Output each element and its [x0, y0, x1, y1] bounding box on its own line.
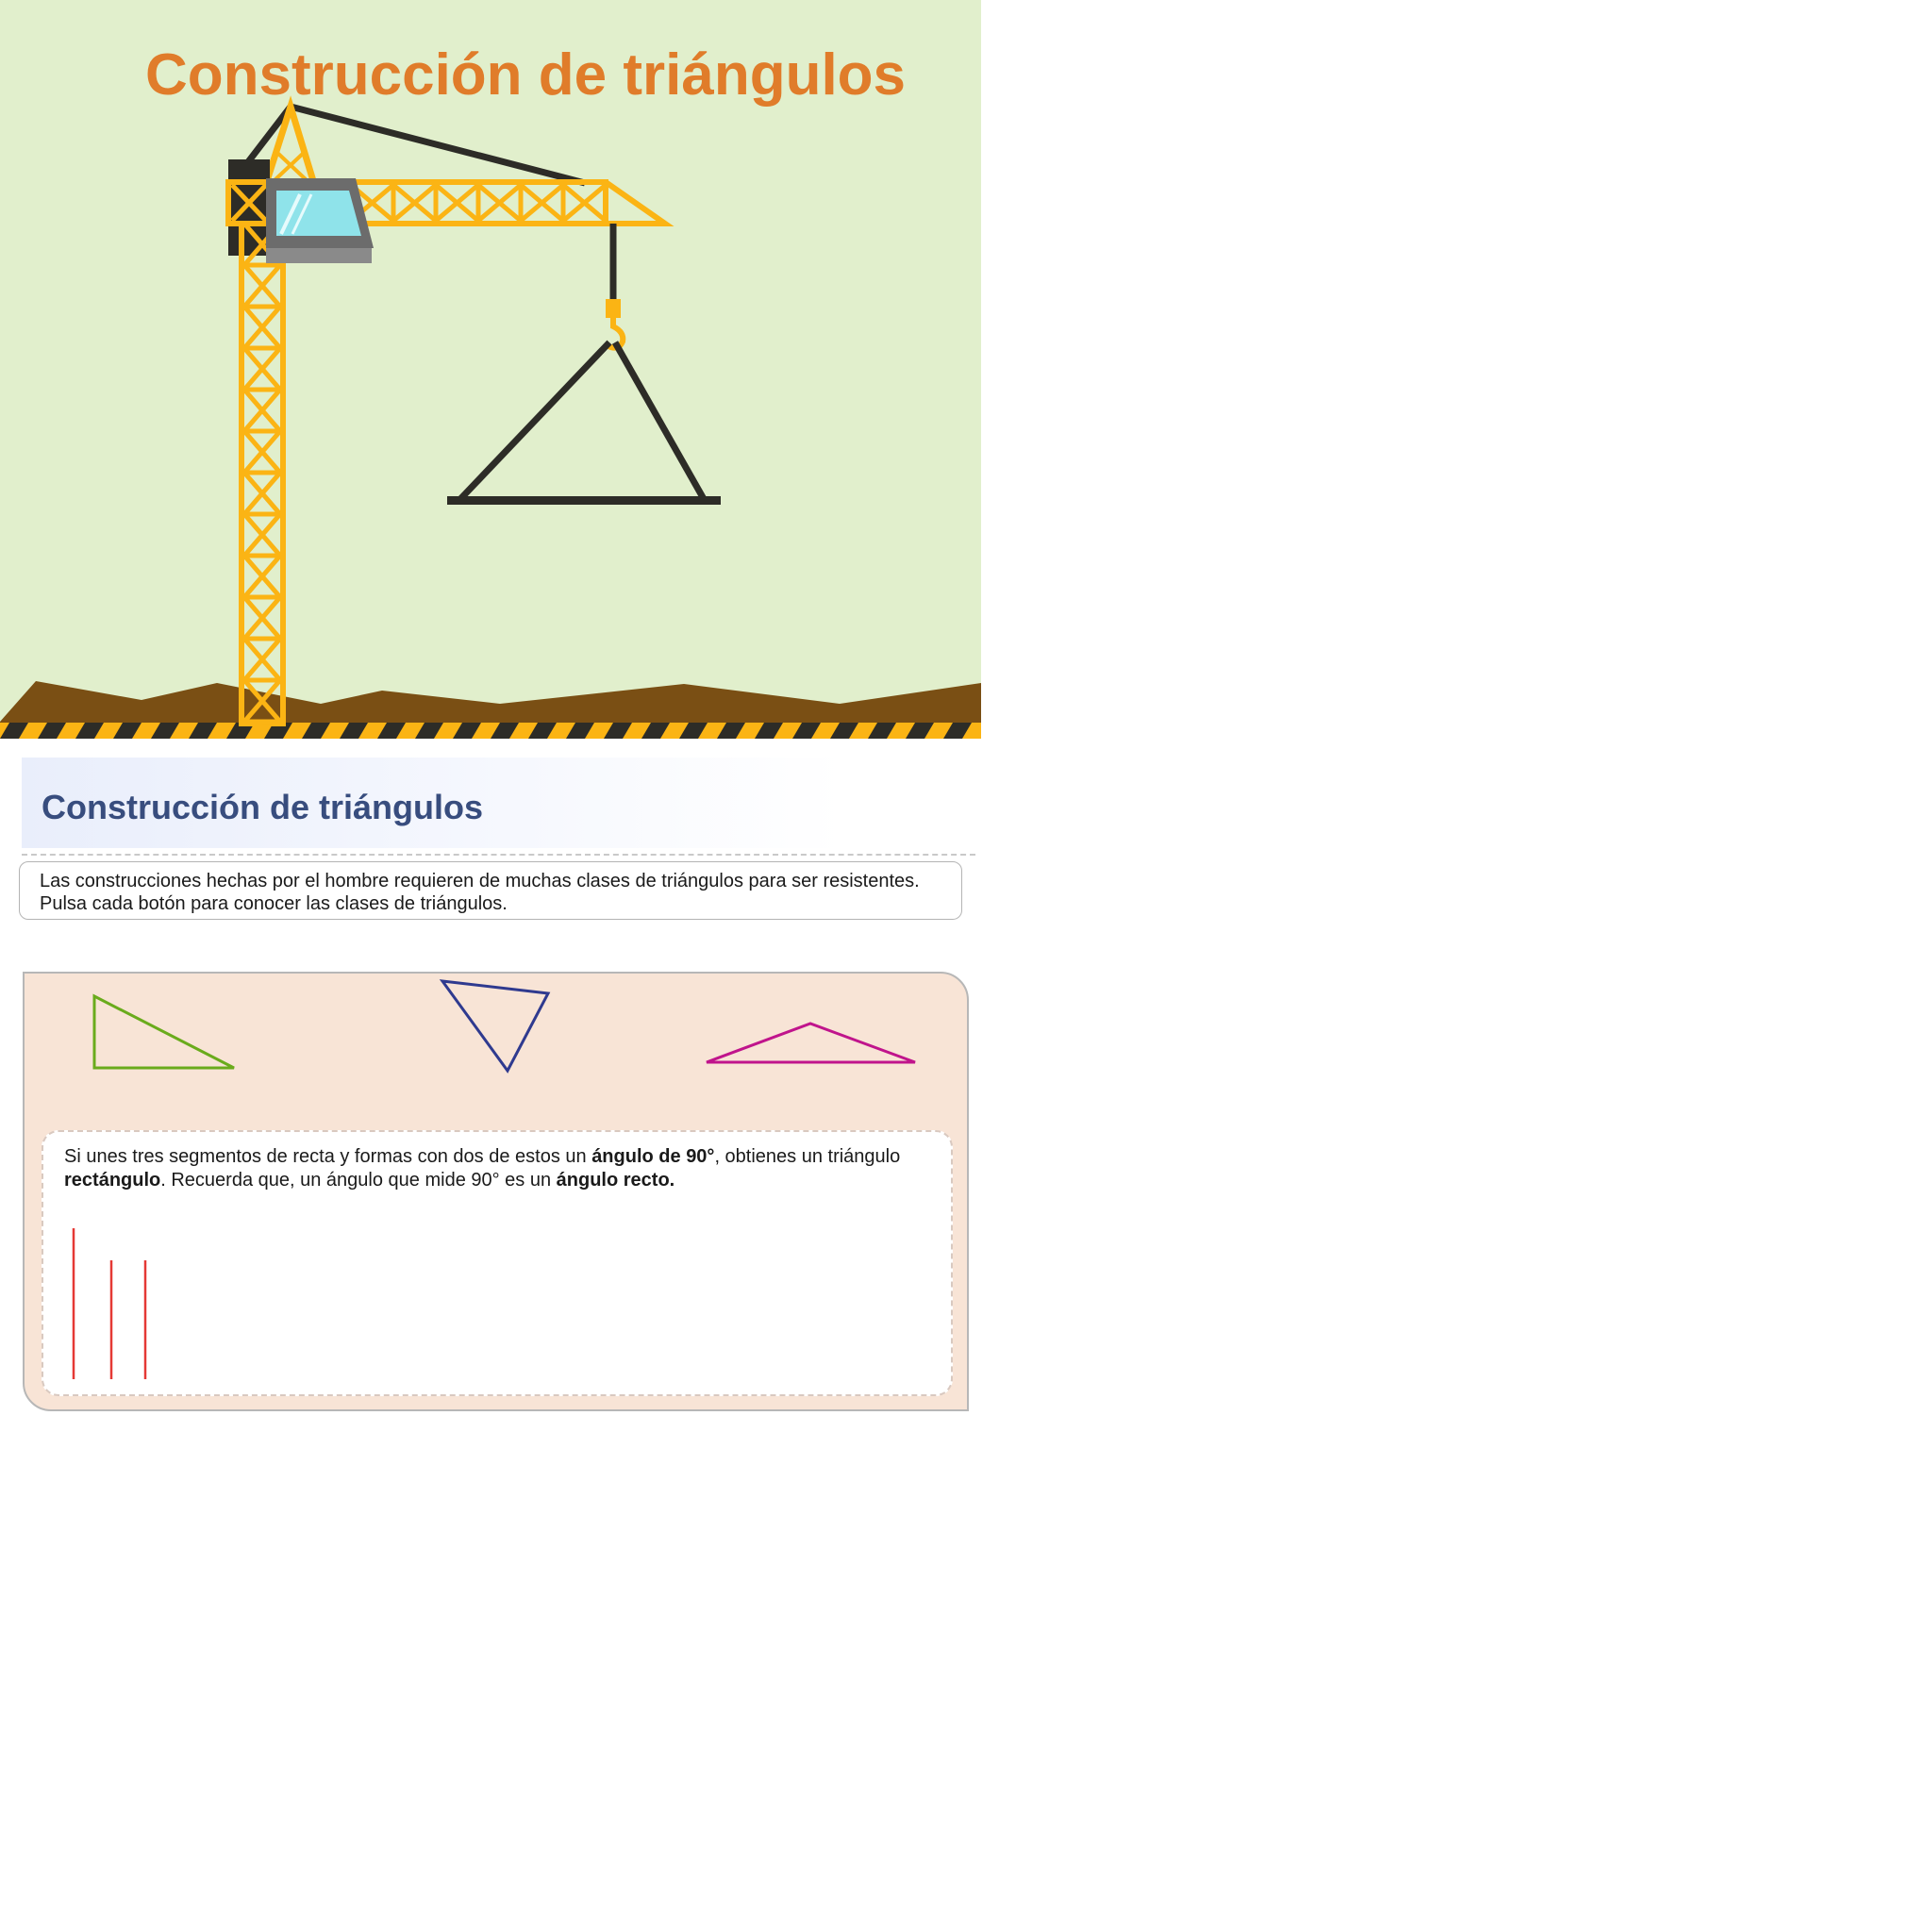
info-card: Si unes tres segmentos de recta y formas… [42, 1130, 953, 1396]
acute-triangle-button[interactable] [438, 976, 560, 1074]
hazard-stripe [0, 723, 981, 739]
intro-line-1: Las construcciones hechas por el hombre … [40, 871, 920, 891]
section-header: Construcción de triángulos [22, 758, 843, 848]
bold-term: rectángulo [64, 1170, 161, 1191]
right-triangle-button[interactable] [91, 989, 242, 1074]
hero-illustration: Construcción de triángulos [0, 0, 981, 739]
sky-background [0, 0, 981, 739]
bold-term: ángulo recto. [556, 1170, 675, 1191]
intro-box: Las construcciones hechas por el hombre … [19, 861, 962, 920]
section-title: Construcción de triángulos [42, 788, 484, 826]
section-divider [22, 854, 975, 856]
obtuse-triangle-icon [706, 1022, 916, 1064]
bold-term: ángulo de 90° [591, 1146, 715, 1167]
triangle-panel: Si unes tres segmentos de recta y formas… [23, 972, 969, 1411]
info-text: Si unes tres segmentos de recta y formas… [64, 1146, 901, 1191]
hero-title: Construcción de triángulos [145, 42, 906, 108]
obtuse-triangle-button[interactable] [704, 1021, 930, 1074]
triangle-beam [447, 496, 721, 505]
intro-line-2: Pulsa cada botón para conocer las clases… [40, 893, 508, 914]
line-segments[interactable] [72, 1226, 166, 1382]
acute-triangle-icon [439, 979, 551, 1074]
right-triangle-icon [92, 993, 235, 1070]
